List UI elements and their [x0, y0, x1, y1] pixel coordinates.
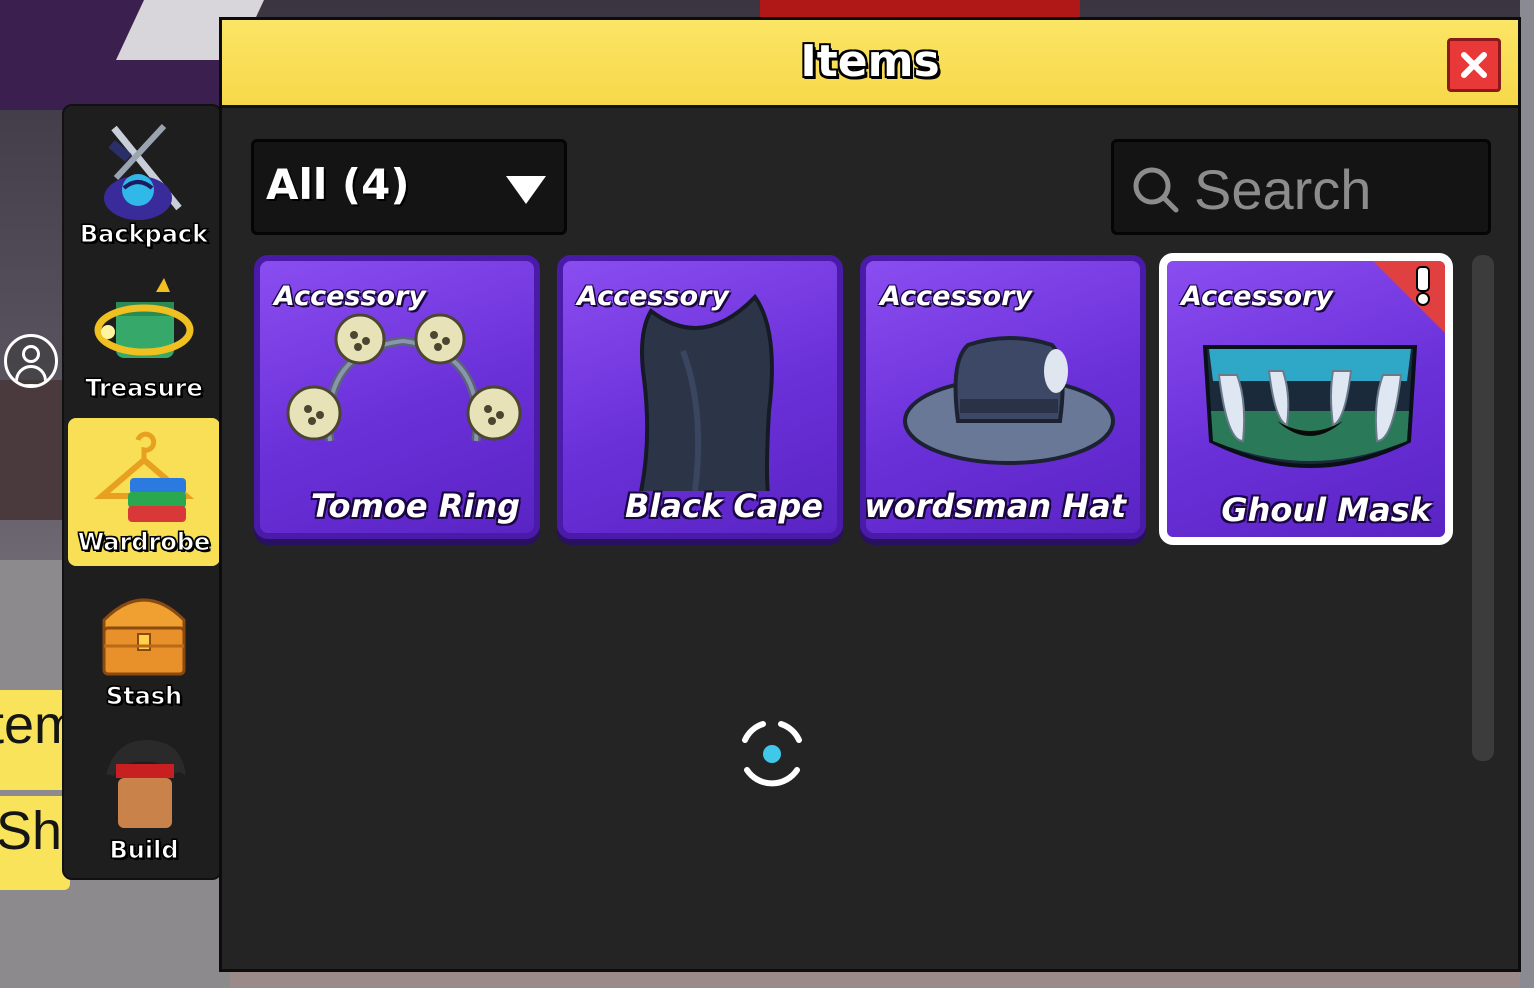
wardrobe-icon — [94, 431, 194, 522]
new-item-alert-icon — [1373, 261, 1445, 333]
black-cape-icon — [639, 293, 774, 491]
rail-item-label: Treasure — [85, 374, 204, 403]
category-rail: Backpack Treasure Wardrobe Stash Build — [62, 104, 222, 880]
backpack-icon — [104, 123, 182, 220]
rail-item-label: Build — [109, 836, 179, 865]
category-filter-dropdown[interactable]: All (4) — [251, 139, 567, 235]
side-tab-shop[interactable]: Shop — [0, 796, 70, 890]
close-button[interactable] — [1447, 38, 1501, 92]
filter-value: All (4) — [266, 160, 410, 209]
side-tab-items[interactable]: Items — [0, 690, 70, 790]
rail-item-label: Backpack — [79, 220, 209, 249]
side-tab-items-label: Items — [0, 695, 70, 755]
item-type: Accessory — [1181, 281, 1333, 312]
close-icon — [1461, 52, 1487, 78]
items-panel: Items All (4) Search Accessory Tomoe Rin… — [219, 17, 1521, 972]
item-type: Accessory — [577, 281, 729, 312]
item-type: Accessory — [880, 281, 1032, 312]
items-grid: Accessory Tomoe Ring Accessory Black Cap… — [254, 253, 1464, 555]
background-scene — [1520, 0, 1534, 988]
side-tab-shop-label: Shop — [0, 801, 70, 861]
rail-item-wardrobe[interactable]: Wardrobe — [68, 418, 220, 566]
search-input[interactable] — [1192, 152, 1486, 226]
swordsman-hat-icon — [903, 336, 1115, 465]
rail-item-label: Stash — [105, 682, 183, 711]
item-name: Ghoul Mask — [1221, 491, 1431, 529]
chevron-down-icon — [506, 176, 546, 204]
treasure-icon — [94, 278, 194, 358]
item-name: Black Cape — [624, 487, 823, 525]
rail-item-stash[interactable]: Stash — [68, 572, 220, 720]
background-scene — [0, 380, 70, 520]
item-card-tomoe-ring[interactable]: Accessory Tomoe Ring — [254, 255, 540, 539]
item-type: Accessory — [274, 281, 426, 312]
build-icon — [106, 740, 186, 828]
loading-spinner-icon — [742, 721, 802, 787]
rail-item-label: Wardrobe — [77, 528, 211, 557]
panel-title: Items — [800, 36, 940, 87]
item-card-black-cape[interactable]: Accessory Black Cape — [557, 255, 843, 539]
rail-item-backpack[interactable]: Backpack — [68, 110, 220, 258]
search-box[interactable] — [1111, 139, 1491, 235]
rail-item-build[interactable]: Build — [68, 726, 220, 874]
scrollbar[interactable] — [1472, 255, 1494, 761]
item-card-swordsman-hat[interactable]: Accessory Swordsman Hat — [860, 255, 1146, 539]
rail-item-treasure[interactable]: Treasure — [68, 264, 220, 412]
tomoe-ring-icon — [286, 313, 522, 442]
panel-header: Items — [222, 20, 1518, 108]
item-name: Tomoe Ring — [310, 487, 520, 525]
profile-avatar-icon[interactable] — [4, 334, 58, 388]
stash-chest-icon — [102, 598, 186, 676]
item-name: Swordsman Hat — [860, 487, 1126, 525]
search-icon — [1133, 167, 1179, 213]
item-card-ghoul-mask[interactable]: Accessory Ghoul Mask — [1159, 253, 1453, 545]
